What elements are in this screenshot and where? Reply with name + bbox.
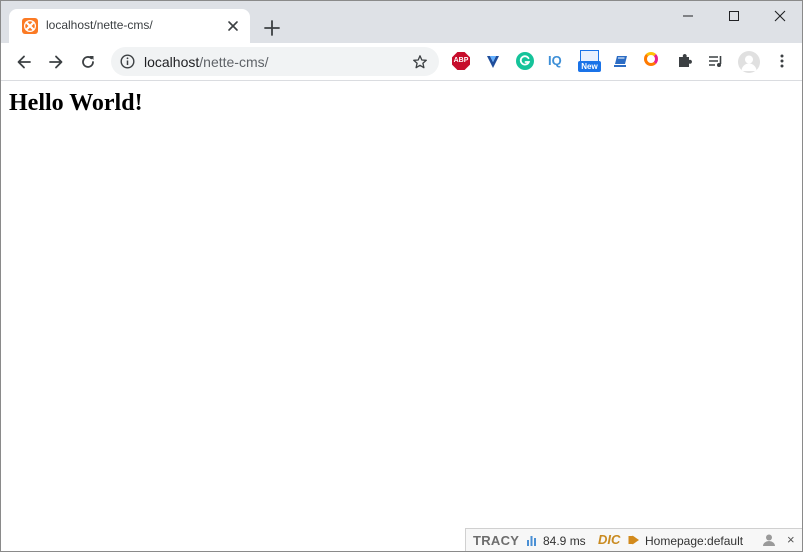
tab-title: localhost/nette-cms/ — [46, 18, 153, 32]
tracy-dic[interactable]: DIC — [598, 532, 620, 547]
profile-avatar[interactable] — [738, 51, 760, 73]
tracy-logo[interactable]: TRACY — [473, 533, 519, 548]
vpn-shield-icon[interactable] — [484, 52, 502, 70]
arrow-left-icon — [17, 55, 31, 69]
bar-chart-icon — [526, 534, 538, 546]
user-icon[interactable] — [762, 533, 776, 547]
back-button[interactable] — [11, 49, 37, 75]
xampp-icon — [22, 18, 38, 34]
extensions-puzzle-icon[interactable] — [676, 52, 694, 70]
tab-close-icon[interactable] — [225, 18, 241, 34]
minimize-button[interactable] — [665, 1, 711, 31]
reload-button[interactable] — [75, 49, 101, 75]
browser-window: localhost/nette-cms/ localhost/nette-cms… — [0, 0, 803, 552]
browser-toolbar: localhost/nette-cms/ ABP IQ New — [1, 43, 802, 81]
grammarly-icon[interactable] — [516, 52, 534, 70]
address-bar[interactable]: localhost/nette-cms/ — [111, 47, 439, 76]
tracy-route[interactable]: Homepage:default — [645, 534, 743, 548]
forward-button[interactable] — [43, 49, 69, 75]
tracy-debug-bar: TRACY 84.9 ms DIC Homepage:default × — [465, 528, 802, 551]
page-content: Hello World! — [1, 81, 802, 551]
screenshot-new-icon[interactable]: New — [578, 50, 601, 76]
notebook-icon[interactable] — [612, 52, 630, 70]
adblock-plus-icon[interactable]: ABP — [452, 52, 470, 70]
tab-strip: localhost/nette-cms/ — [1, 1, 802, 43]
page-heading: Hello World! — [9, 90, 143, 116]
url-host: localhost — [144, 54, 200, 70]
arrow-right-icon — [49, 55, 63, 69]
tab-localhost[interactable]: localhost/nette-cms/ — [9, 9, 250, 43]
ring-icon[interactable] — [644, 52, 658, 66]
route-arrow-icon — [628, 534, 640, 546]
new-tab-button[interactable] — [258, 14, 286, 42]
reload-icon — [82, 56, 94, 68]
bookmark-star-icon[interactable] — [412, 54, 428, 70]
maximize-button[interactable] — [711, 1, 757, 31]
iq-icon[interactable]: IQ — [548, 52, 566, 70]
url-path: /nette-cms/ — [199, 54, 269, 70]
media-queue-icon[interactable] — [707, 52, 725, 70]
url-text[interactable]: localhost/nette-cms/ — [144, 54, 269, 70]
tracy-close-button[interactable]: × — [787, 533, 799, 547]
site-info-icon[interactable] — [120, 54, 135, 69]
window-close-button[interactable] — [757, 1, 802, 31]
new-badge: New — [578, 61, 601, 72]
tracy-time[interactable]: 84.9 ms — [543, 534, 586, 548]
menu-kebab-icon[interactable] — [773, 52, 791, 70]
